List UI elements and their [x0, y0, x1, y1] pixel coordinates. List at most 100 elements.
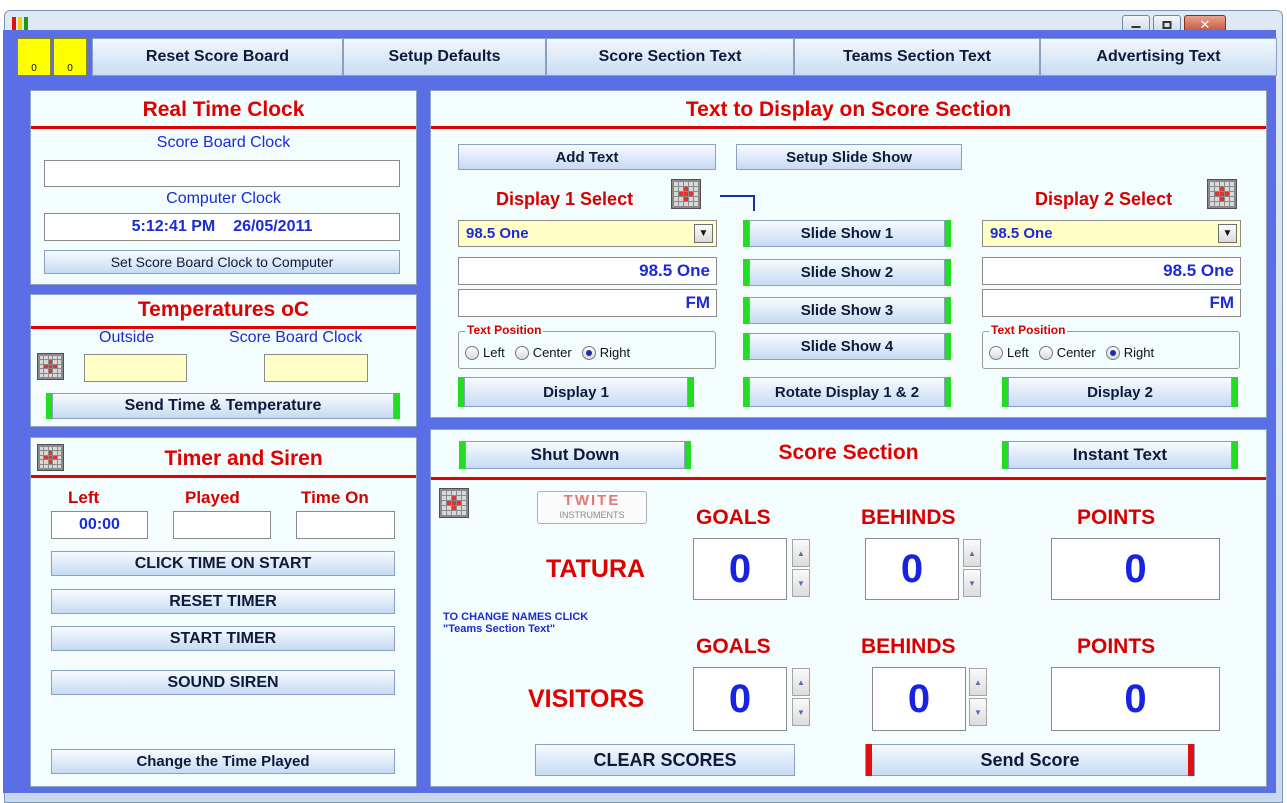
change-time-played-button[interactable]: Change the Time Played — [51, 749, 395, 774]
down-arrow-icon[interactable]: ▼ — [963, 569, 981, 597]
radio-right[interactable] — [581, 345, 596, 360]
goals-header: GOALS — [696, 635, 771, 658]
chevron-down-icon[interactable]: ▼ — [694, 224, 713, 243]
green-bar — [945, 377, 951, 407]
display2-select[interactable]: 98.5 One ▼ — [982, 220, 1241, 247]
green-bar — [1002, 377, 1008, 407]
radio-left[interactable] — [989, 345, 1003, 360]
slide-show-2-button[interactable]: Slide Show 2 — [743, 259, 951, 286]
instant-text-button[interactable]: Instant Text — [1002, 441, 1238, 469]
counter-right-value: 0 — [67, 63, 73, 74]
radio-left-label: Left — [483, 345, 505, 360]
send-time-temp-button[interactable]: Send Time & Temperature — [46, 393, 400, 419]
panel-title: Text to Display on Score Section — [685, 98, 1012, 121]
up-arrow-icon[interactable]: ▲ — [963, 539, 981, 567]
connector-line — [720, 195, 754, 197]
text-position-label: Text Position — [989, 323, 1068, 337]
radio-right[interactable] — [1105, 345, 1120, 360]
time-on-field[interactable] — [296, 511, 395, 539]
down-arrow-icon[interactable]: ▼ — [792, 698, 810, 726]
display1-grid-icon[interactable] — [671, 179, 701, 209]
scoreboard-clock-field[interactable] — [44, 160, 400, 187]
slide-show-3-button[interactable]: Slide Show 3 — [743, 297, 951, 324]
up-arrow-icon[interactable]: ▲ — [792, 539, 810, 567]
display2-grid-icon[interactable] — [1207, 179, 1237, 209]
score-section-text-button[interactable]: Score Section Text — [546, 38, 794, 76]
score-section-panel: Shut Down Score Section Instant Text TWI… — [430, 429, 1267, 787]
radio-center[interactable] — [514, 345, 529, 360]
divider — [31, 126, 416, 129]
down-arrow-icon[interactable]: ▼ — [792, 569, 810, 597]
slide-show-2-label: Slide Show 2 — [800, 264, 894, 281]
display2-line2[interactable]: FM — [982, 289, 1241, 317]
rotate-display-label: Rotate Display 1 & 2 — [774, 383, 920, 401]
green-bar — [945, 259, 951, 286]
goals-header: GOALS — [696, 506, 771, 529]
clock-temp-field[interactable] — [264, 354, 368, 382]
start-timer-button[interactable]: START TIMER — [51, 626, 395, 651]
setup-slide-show-button[interactable]: Setup Slide Show — [736, 144, 962, 170]
radio-center[interactable] — [1038, 345, 1053, 360]
connector-line — [753, 195, 755, 211]
position-options: Left Center Right — [989, 345, 1164, 360]
display2-label: Display 2 — [1087, 383, 1153, 401]
text-display-panel: Text to Display on Score Section Add Tex… — [430, 90, 1267, 418]
logo-text: TWITE — [563, 492, 621, 509]
click-time-on-start-button[interactable]: CLICK TIME ON START — [51, 551, 395, 576]
team2-name: VISITORS — [528, 685, 645, 713]
clock-temp-label: Score Board Clock — [229, 329, 363, 346]
send-score-button[interactable]: Send Score — [865, 744, 1195, 776]
green-bar — [1002, 441, 1008, 469]
sound-siren-button[interactable]: SOUND SIREN — [51, 670, 395, 695]
add-text-button[interactable]: Add Text — [458, 144, 716, 170]
radio-right-label: Right — [599, 345, 631, 360]
setup-defaults-button[interactable]: Setup Defaults — [343, 38, 546, 76]
slide-show-4-button[interactable]: Slide Show 4 — [743, 333, 951, 360]
grid-icon[interactable] — [439, 488, 469, 518]
radio-left[interactable] — [465, 345, 479, 360]
rotate-display-button[interactable]: Rotate Display 1 & 2 — [743, 377, 951, 407]
slide-show-1-button[interactable]: Slide Show 1 — [743, 220, 951, 247]
grid-icon[interactable] — [37, 353, 64, 380]
computer-clock-field: 5:12:41 PM 26/05/2011 — [44, 213, 400, 241]
time-left-field[interactable]: 00:00 — [51, 511, 148, 539]
display1-button[interactable]: Display 1 — [458, 377, 694, 407]
outside-label: Outside — [99, 329, 155, 346]
display1-line2[interactable]: FM — [458, 289, 717, 317]
down-arrow-icon[interactable]: ▼ — [969, 698, 987, 726]
display1-select[interactable]: 98.5 One ▼ — [458, 220, 717, 247]
radio-center-label: Center — [1056, 345, 1096, 360]
advertising-text-button[interactable]: Advertising Text — [1040, 38, 1277, 76]
panel-title: Real Time Clock — [142, 98, 305, 121]
points-header: POINTS — [1077, 635, 1156, 658]
twite-logo: TWITE INSTRUMENTS — [537, 491, 647, 524]
up-arrow-icon[interactable]: ▲ — [792, 668, 810, 696]
timer-siren-panel: Timer and Siren Left Played Time On 00:0… — [30, 437, 417, 787]
team2-behinds[interactable]: 0 — [872, 667, 966, 731]
panel-title: Temperatures oC — [137, 298, 310, 321]
position-options: Left Center Right — [465, 345, 640, 360]
real-time-clock-panel: Real Time Clock Score Board Clock Comput… — [30, 90, 417, 285]
display2-button[interactable]: Display 2 — [1002, 377, 1238, 407]
team2-goals[interactable]: 0 — [693, 667, 787, 731]
set-clock-button[interactable]: Set Score Board Clock to Computer — [44, 250, 400, 274]
up-arrow-icon[interactable]: ▲ — [969, 668, 987, 696]
played-label: Played — [185, 488, 240, 507]
green-bar — [458, 377, 464, 407]
team1-behinds[interactable]: 0 — [865, 538, 959, 600]
time-on-label: Time On — [301, 488, 369, 507]
reset-scoreboard-button[interactable]: Reset Score Board — [92, 38, 343, 76]
maximize-icon — [1162, 21, 1172, 29]
minimize-icon — [1131, 25, 1141, 28]
clear-scores-button[interactable]: CLEAR SCORES — [535, 744, 795, 776]
time-played-field[interactable] — [173, 511, 271, 539]
display2-line1[interactable]: 98.5 One — [982, 257, 1241, 285]
teams-section-text-button[interactable]: Teams Section Text — [794, 38, 1040, 76]
team1-name: TATURA — [546, 555, 646, 583]
display2-select-value: 98.5 One — [990, 225, 1053, 242]
reset-timer-button[interactable]: RESET TIMER — [51, 589, 395, 614]
chevron-down-icon[interactable]: ▼ — [1218, 224, 1237, 243]
display1-line1[interactable]: 98.5 One — [458, 257, 717, 285]
team1-goals[interactable]: 0 — [693, 538, 787, 600]
outside-temp-field[interactable] — [84, 354, 187, 382]
